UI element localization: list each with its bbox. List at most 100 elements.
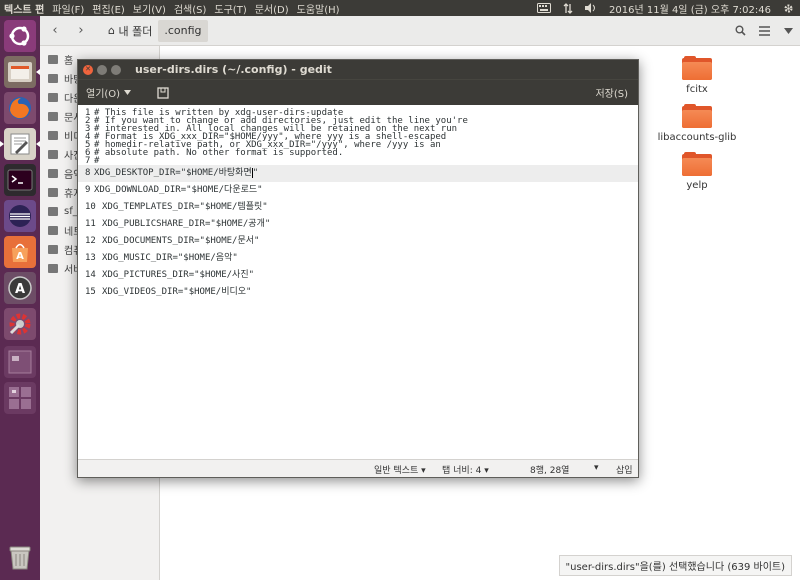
code-line: 9 XDG_DOWNLOAD_DIR="$HOME/다운로드"	[78, 182, 638, 199]
minimize-button[interactable]	[97, 64, 107, 75]
menu-view[interactable]: 보기(V)	[129, 1, 170, 16]
sidebar-item-label: sf_	[64, 206, 78, 217]
line-number: 11	[85, 219, 96, 229]
trash-icon[interactable]	[4, 542, 36, 574]
line-number: 13	[85, 253, 96, 263]
desktop-icon	[48, 74, 58, 83]
tab-width-selector[interactable]: 탭 너비: 4 ▾	[442, 463, 489, 476]
code-line: 14 XDG_PICTURES_DIR="$HOME/사진"	[78, 267, 638, 284]
folder-icon	[682, 104, 712, 128]
gedit-toolbar: 열기(O) 저장(S)	[78, 79, 638, 105]
clock[interactable]: 2016년 11월 4일 (금) 오후 7:02:46	[603, 1, 777, 16]
sidebar-item-label: 홈	[64, 56, 74, 67]
maximize-button[interactable]	[111, 64, 121, 75]
line-number: 9	[85, 185, 91, 195]
breadcrumb-current[interactable]: .config	[158, 19, 208, 42]
line-text: XDG_DOWNLOAD_DIR="$HOME/다운로드"	[94, 185, 263, 195]
code-line: 13 XDG_MUSIC_DIR="$HOME/음악"	[78, 250, 638, 267]
computer-icon	[48, 245, 58, 254]
trash-icon	[48, 188, 58, 197]
top-panel: 텍스트 편 파일(F) 편집(E) 보기(V) 검색(S) 도구(T) 문서(D…	[0, 0, 800, 16]
volume-icon[interactable]	[579, 3, 603, 13]
software-updater-icon[interactable]: A	[4, 272, 36, 304]
code-line: 6 # absolute path. No other format is sup…	[78, 149, 638, 158]
server-icon	[48, 264, 58, 273]
svg-text:A: A	[16, 251, 24, 262]
gedit-window: ✕ user-dirs.dirs (~/.config) - gedit 열기(…	[77, 59, 639, 478]
system-settings-icon[interactable]	[4, 308, 36, 340]
network-icon	[48, 226, 58, 235]
keyboard-icon[interactable]	[531, 3, 557, 13]
menu-documents[interactable]: 문서(D)	[251, 1, 293, 16]
svg-text:A: A	[15, 282, 25, 297]
folder-label: libaccounts-glib	[657, 132, 737, 143]
code-line: 15 XDG_VIDEOS_DIR="$HOME/비디오"	[78, 284, 638, 301]
current-line: 8 XDG_DESKTOP_DIR="$HOME/바탕화면"	[78, 165, 638, 182]
close-button[interactable]: ✕	[83, 64, 93, 75]
line-text: XDG_PUBLICSHARE_DIR="$HOME/공개"	[102, 219, 271, 229]
picture-icon	[48, 150, 58, 159]
file-manager-header: ‹ › ⌂ 내 폴더 .config	[40, 16, 800, 46]
line-text-tail: "	[252, 168, 259, 178]
document-icon	[48, 112, 58, 121]
gear-icon[interactable]	[777, 3, 800, 14]
music-icon	[48, 169, 58, 178]
menu-tools[interactable]: 도구(T)	[210, 1, 250, 16]
breadcrumb-home[interactable]: ⌂ 내 폴더	[102, 20, 158, 42]
eclipse-icon[interactable]	[4, 200, 36, 232]
network-icon[interactable]	[557, 2, 579, 14]
code-line: 7 #	[78, 156, 638, 166]
ubuntu-dash-icon[interactable]	[4, 20, 36, 52]
software-center-icon[interactable]: A	[4, 236, 36, 268]
line-number: 15	[85, 287, 96, 297]
workspace-switcher-icon[interactable]	[4, 382, 36, 414]
close-icon: ✕	[85, 65, 91, 73]
chevron-down-icon[interactable]: ▾	[594, 463, 599, 473]
launcher: A A	[0, 16, 40, 580]
menu-edit[interactable]: 편집(E)	[88, 1, 129, 16]
firefox-icon[interactable]	[4, 92, 36, 124]
home-icon	[48, 55, 58, 64]
files-icon[interactable]	[4, 56, 40, 88]
workspace-icon[interactable]	[4, 346, 36, 378]
tab-width-label: 탭 너비: 4	[442, 466, 482, 476]
terminal-icon[interactable]	[4, 164, 36, 196]
folder-label: yelp	[686, 180, 708, 191]
syntax-selector[interactable]: 일반 텍스트 ▾	[374, 463, 426, 476]
text-editor[interactable]: 1 # This file is written by xdg-user-dirs…	[78, 106, 638, 460]
line-number: 10	[85, 202, 96, 212]
folder-item[interactable]: yelp	[652, 152, 742, 191]
list-view-icon[interactable]	[752, 20, 776, 42]
title-bar[interactable]: ✕ user-dirs.dirs (~/.config) - gedit	[78, 60, 638, 79]
folder-item[interactable]: libaccounts-glib	[652, 104, 742, 143]
menu-file[interactable]: 파일(F)	[48, 1, 88, 16]
line-text: XDG_TEMPLATES_DIR="$HOME/템플릿"	[102, 202, 268, 212]
code-line: 11 XDG_PUBLICSHARE_DIR="$HOME/공개"	[78, 216, 638, 233]
breadcrumb-home-label: 내 폴더	[118, 24, 153, 38]
open-button[interactable]: 열기(O)	[78, 85, 139, 100]
chevron-down-icon	[124, 90, 132, 95]
forward-button[interactable]: ›	[70, 20, 92, 42]
back-button[interactable]: ‹	[44, 20, 66, 42]
menu-help[interactable]: 도움말(H)	[293, 1, 344, 16]
syntax-label: 일반 텍스트	[374, 466, 419, 476]
line-text: XDG_MUSIC_DIR="$HOME/음악"	[102, 253, 238, 263]
line-number: 7	[85, 156, 91, 166]
download-icon	[48, 93, 58, 102]
folder-item[interactable]: fcitx	[652, 56, 742, 95]
line-number: 8	[85, 168, 91, 178]
save-button[interactable]: 저장(S)	[591, 85, 632, 100]
cursor-position[interactable]: 8행, 28열	[530, 463, 569, 476]
window-title: user-dirs.dirs (~/.config) - gedit	[135, 63, 332, 76]
line-text: XDG_DESKTOP_DIR="$HOME/바탕화면	[94, 168, 252, 178]
open-button-label: 열기(O)	[86, 89, 121, 100]
text-editor-icon[interactable]	[0, 128, 40, 160]
menu-search[interactable]: 검색(S)	[170, 1, 211, 16]
code-line: 10 XDG_TEMPLATES_DIR="$HOME/템플릿"	[78, 199, 638, 216]
search-icon[interactable]	[728, 20, 752, 42]
chevron-down-icon[interactable]	[776, 20, 800, 42]
gedit-statusbar: 일반 텍스트 ▾ 탭 너비: 4 ▾ 8행, 28열 ▾ 삽입	[78, 459, 638, 477]
selection-status: "user-dirs.dirs"을(를) 선택했습니다 (639 바이트)	[558, 555, 792, 576]
line-number: 14	[85, 270, 96, 280]
new-document-button[interactable]	[153, 83, 173, 103]
